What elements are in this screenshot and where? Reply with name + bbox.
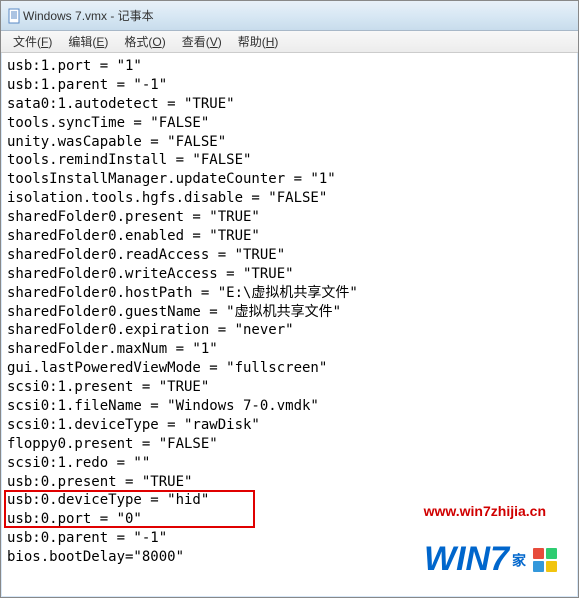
menubar: 文件(F) 编辑(E) 格式(O) 查看(V) 帮助(H): [1, 31, 578, 53]
menu-format[interactable]: 格式(O): [116, 31, 173, 52]
window-title: Windows 7.vmx - 记事本: [23, 7, 154, 24]
menu-file[interactable]: 文件(F): [5, 31, 60, 52]
watermark-logo: WIN7 家: [424, 540, 558, 579]
notepad-icon: [7, 8, 23, 24]
titlebar[interactable]: Windows 7.vmx - 记事本: [1, 1, 578, 31]
menu-help[interactable]: 帮助(H): [230, 31, 287, 52]
menu-edit[interactable]: 编辑(E): [60, 31, 116, 52]
logo-text: WIN7: [424, 540, 509, 579]
watermark-url: www.win7zhijia.cn: [424, 503, 546, 519]
windows-flag-icon: [532, 547, 558, 573]
menu-view[interactable]: 查看(V): [174, 31, 230, 52]
logo-suffix: 家: [509, 553, 529, 567]
notepad-window: Windows 7.vmx - 记事本 文件(F) 编辑(E) 格式(O) 查看…: [0, 0, 579, 598]
